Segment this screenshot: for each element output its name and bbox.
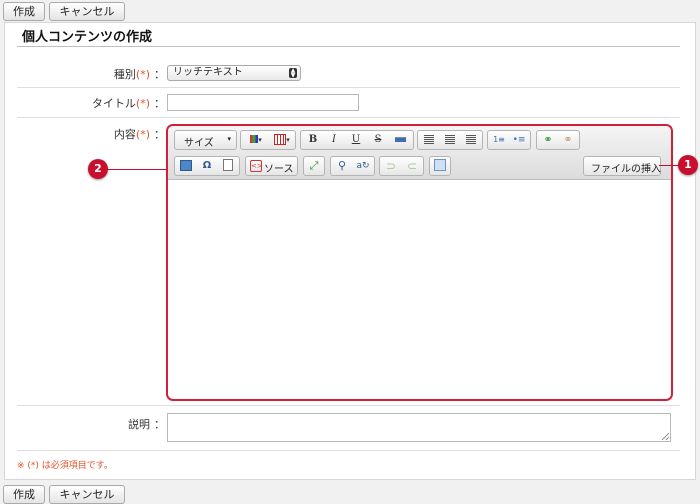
undo-icon[interactable]: ⊃ (382, 157, 400, 175)
row-divider-2 (17, 117, 680, 118)
strikethrough-icon[interactable]: S (369, 131, 387, 149)
select-arrows-icon: ▲ ▼ (289, 67, 297, 79)
align-group (417, 130, 483, 150)
ordered-list-icon[interactable]: 1≡ (490, 131, 508, 149)
source-button[interactable]: <> ソース (245, 156, 298, 176)
row-divider-3 (17, 405, 680, 406)
description-textarea[interactable] (167, 413, 671, 442)
content-colon: ： (154, 128, 165, 141)
editor-content-area[interactable] (168, 180, 671, 399)
insert-group: Ω (174, 156, 240, 176)
dropdown-caret-icon: ▾ (227, 135, 231, 143)
align-center-icon[interactable] (441, 131, 459, 149)
insert-image-icon[interactable] (177, 157, 195, 175)
title-required-mark: (*) (135, 97, 150, 110)
type-select[interactable]: リッチテキスト ▲ ▼ (167, 65, 301, 81)
insert-file-button[interactable]: ファイルの挿入 (583, 156, 661, 176)
callout-2-line (105, 169, 167, 170)
content-label: 内容(*) (0, 126, 150, 142)
title-input[interactable] (167, 94, 359, 111)
type-label: 種別(*) (0, 66, 150, 82)
callout-1-badge: 1 (678, 155, 698, 175)
template-group (429, 156, 451, 176)
description-label: 説明 (128, 418, 150, 431)
redo-icon[interactable]: ⊂ (403, 157, 421, 175)
row-divider-1 (17, 87, 680, 88)
content-required-mark: (*) (135, 128, 150, 141)
create-button-top[interactable]: 作成 (3, 2, 45, 21)
bold-icon[interactable]: B (304, 131, 322, 149)
special-character-icon[interactable]: Ω (198, 157, 216, 175)
type-label-text: 種別 (113, 68, 136, 81)
text-color-icon[interactable]: ▾ (244, 131, 268, 149)
resize-handle-icon[interactable] (662, 433, 669, 440)
row-divider-4 (17, 450, 680, 451)
preview-icon[interactable] (219, 157, 237, 175)
underline-icon[interactable]: U (347, 131, 365, 149)
title-label-text: タイトル (91, 97, 136, 110)
unlink-icon[interactable]: ⚭ (559, 131, 577, 149)
replace-icon[interactable]: a↻ (354, 157, 372, 175)
undo-group: ⊃ ⊂ (379, 156, 424, 176)
cancel-button-bottom[interactable]: キャンセル (49, 485, 125, 504)
type-select-value: リッチテキスト (173, 67, 243, 78)
cancel-button-top[interactable]: キャンセル (49, 2, 125, 21)
align-right-icon[interactable] (462, 131, 480, 149)
color-group: ▾ ▾ (240, 130, 296, 150)
source-icon: <> (250, 160, 263, 172)
italic-icon[interactable]: I (325, 131, 343, 149)
insert-file-label: ファイルの挿入 (591, 164, 661, 175)
font-size-label: サイズ (184, 138, 214, 149)
title-label: タイトル(*) (0, 95, 150, 111)
font-size-dropdown[interactable]: サイズ ▾ (174, 130, 237, 150)
format-group: B I U S (300, 130, 414, 150)
link-icon[interactable]: ⚭ (539, 131, 557, 149)
callout-2-badge: 2 (88, 159, 108, 179)
maximize-group: ⤢ (303, 156, 325, 176)
link-group: ⚭ ⚭ (536, 130, 580, 150)
horizontal-rule-icon[interactable] (391, 131, 409, 149)
editor-toolbar: サイズ ▾ ▾ ▾ B I U S 1≡ •≡ ⚭ ⚭ Ω <> ソース ⤢ ⚲… (168, 126, 671, 180)
list-group: 1≡ •≡ (487, 130, 531, 150)
callout-1-line (659, 165, 679, 166)
align-left-icon[interactable] (420, 131, 438, 149)
find-icon[interactable]: ⚲ (333, 157, 351, 175)
description-colon: ： (154, 418, 165, 431)
rich-text-editor: サイズ ▾ ▾ ▾ B I U S 1≡ •≡ ⚭ ⚭ Ω <> ソース ⤢ ⚲… (166, 124, 673, 401)
title-colon: ： (154, 97, 165, 110)
type-colon: ： (154, 68, 165, 81)
find-group: ⚲ a↻ (330, 156, 375, 176)
page-title: 個人コンテンツの作成 (22, 30, 153, 45)
create-button-bottom[interactable]: 作成 (3, 485, 45, 504)
type-required-mark: (*) (135, 68, 150, 81)
table-icon[interactable]: ▾ (270, 131, 294, 149)
template-icon[interactable] (431, 157, 449, 175)
source-label: ソース (264, 164, 294, 175)
maximize-icon[interactable]: ⤢ (305, 157, 323, 175)
required-note: ※ (*) は必須項目です。 (17, 461, 113, 471)
unordered-list-icon[interactable]: •≡ (510, 131, 528, 149)
content-label-text: 内容 (113, 128, 136, 141)
title-divider (17, 46, 680, 47)
